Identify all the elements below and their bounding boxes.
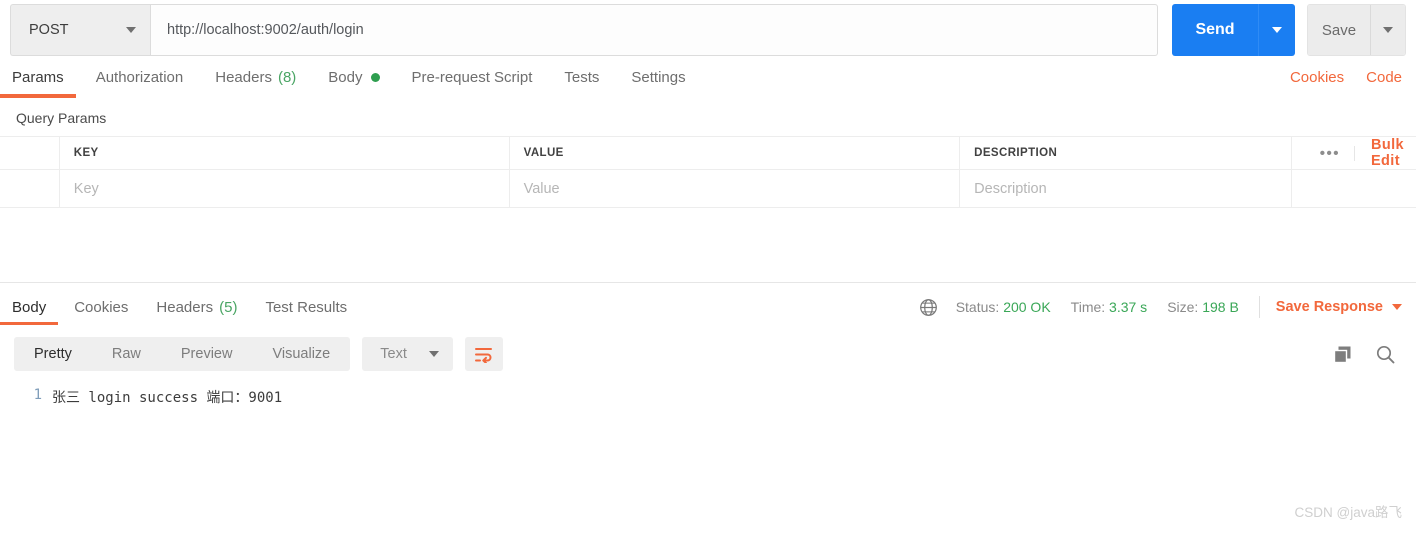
more-options-icon[interactable]: ••• [1306,145,1355,161]
response-body-toolbar: Pretty Raw Preview Visualize Text [0,331,1416,377]
bulk-edit-link[interactable]: Bulk Edit [1355,137,1404,169]
chevron-down-icon [1392,304,1402,310]
save-button-group: Save [1307,4,1406,56]
chevron-down-icon [1383,27,1393,33]
response-body-actions [1332,344,1396,365]
status-code-item: Status: 200 OK [956,299,1051,315]
request-url-bar: POST http://localhost:9002/auth/login Se… [0,0,1416,56]
tab-label: Headers [156,298,214,316]
tab-label: Params [12,68,64,86]
response-body-viewer[interactable]: 1 张三 login success 端口：9001 [0,377,1416,407]
status-label: Status: [955,299,1000,315]
search-icon[interactable] [1375,344,1396,365]
response-format-select[interactable]: Text [362,337,453,371]
time-label: Time: [1070,299,1106,315]
header-cell-checkbox [0,136,60,170]
save-options-button[interactable] [1370,5,1405,55]
tab-pre-request-script[interactable]: Pre-request Script [412,56,533,98]
tab-label: Body [328,68,363,86]
tab-params[interactable]: Params [0,56,76,98]
chevron-down-icon [1272,27,1282,33]
size-value: 198 B [1202,299,1239,315]
send-button-group: Send [1172,4,1295,56]
view-mode-visualize[interactable]: Visualize [252,337,350,371]
view-mode-preview[interactable]: Preview [161,337,253,371]
chevron-down-icon [126,27,136,33]
tab-label: Pre-request Script [411,68,533,86]
send-options-button[interactable] [1258,4,1295,56]
response-format-label: Text [380,346,407,362]
tab-headers[interactable]: Headers (8) [215,56,296,98]
save-response-button[interactable]: Save Response [1276,299,1402,315]
watermark: CSDN @java路飞 [1294,505,1402,520]
body-present-dot-icon [370,72,380,82]
tab-label: Body [12,298,47,316]
cookies-link[interactable]: Cookies [1290,69,1344,86]
status-separator [1258,296,1260,318]
response-status-bar: Status: 200 OK Time: 3.37 s Size: 198 B … [919,296,1402,318]
tab-authorization[interactable]: Authorization [96,56,184,98]
header-cell-key: KEY [58,136,510,170]
line-number: 1 [33,387,42,403]
http-method-select[interactable]: POST [10,4,150,56]
header-cell-description: DESCRIPTION [959,136,1292,170]
request-tab-links: Cookies Code [1268,69,1402,86]
response-tab-test-results[interactable]: Test Results [265,283,347,331]
word-wrap-toggle[interactable] [464,337,503,371]
response-tab-cookies[interactable]: Cookies [74,283,128,331]
copy-icon[interactable] [1332,344,1353,365]
http-method-label: POST [29,22,69,38]
query-params-title: Query Params [16,110,107,126]
globe-icon[interactable] [919,298,938,317]
tab-label: Cookies [74,298,129,316]
size-label: Size: [1167,299,1199,315]
chevron-down-icon [428,351,439,357]
tab-label: Settings [631,68,686,86]
status-value: 200 OK [1003,299,1051,315]
view-mode-group: Pretty Raw Preview Visualize [14,337,351,371]
row-actions-cell [1290,169,1416,208]
send-button[interactable]: Send [1172,4,1258,56]
param-value-input[interactable]: Value [508,169,961,208]
response-headers-count-badge: (5) [219,298,238,316]
url-input[interactable]: http://localhost:9002/auth/login [150,4,1158,56]
row-checkbox-cell[interactable] [0,169,60,208]
tab-tests[interactable]: Tests [564,56,599,98]
save-button[interactable]: Save [1308,5,1370,55]
view-mode-raw[interactable]: Raw [92,337,161,371]
time-value: 3.37 s [1109,299,1148,315]
size-item: Size: 198 B [1167,299,1239,315]
tab-label: Headers [215,68,272,86]
time-item: Time: 3.37 s [1071,299,1148,315]
save-response-label: Save Response [1275,299,1383,315]
response-tab-body[interactable]: Body [0,283,59,331]
tab-label: Test Results [265,298,348,316]
headers-count-badge: (8) [277,68,297,86]
response-tab-bar: Body Cookies Headers (5) Test Results St… [0,283,1416,331]
code-link[interactable]: Code [1366,69,1402,86]
param-key-input[interactable]: Key [58,169,510,208]
table-header-row: KEY VALUE DESCRIPTION ••• Bulk Edit [0,136,1416,170]
request-tab-bar: Params Authorization Headers (8) Body Pr… [0,56,1416,98]
response-tab-headers[interactable]: Headers (5) [156,283,237,331]
response-body-line: 张三 login success 端口：9001 [52,390,283,406]
view-mode-pretty[interactable]: Pretty [14,337,92,371]
header-cell-value: VALUE [508,136,961,170]
tab-body[interactable]: Body [328,56,380,98]
table-row: Key Value Description [0,169,1416,208]
tab-settings[interactable]: Settings [631,56,685,98]
tab-label: Authorization [95,68,184,86]
query-params-table: KEY VALUE DESCRIPTION ••• Bulk Edit Key … [0,136,1416,208]
tab-label: Tests [564,68,600,86]
header-cell-actions: ••• Bulk Edit [1290,136,1416,170]
param-description-input[interactable]: Description [959,169,1292,208]
